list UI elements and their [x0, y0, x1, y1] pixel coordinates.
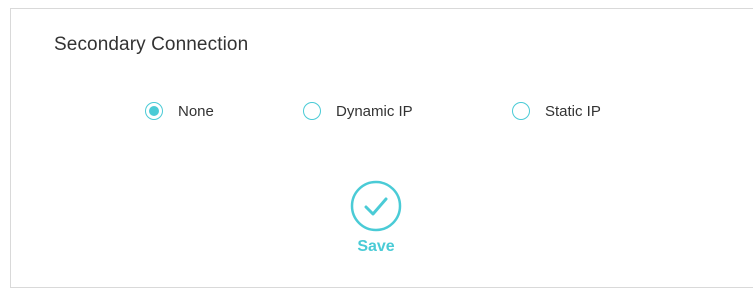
- radio-button-static-ip[interactable]: [512, 102, 530, 120]
- radio-button-dynamic-ip[interactable]: [303, 102, 321, 120]
- checkmark-circle-icon[interactable]: [350, 180, 402, 232]
- radio-option-none[interactable]: None: [145, 100, 214, 122]
- radio-option-dynamic-ip[interactable]: Dynamic IP: [303, 100, 413, 122]
- radio-label-static-ip: Static IP: [545, 102, 601, 120]
- radio-selected-dot: [149, 106, 159, 116]
- save-label: Save: [357, 238, 395, 255]
- radio-label-dynamic-ip: Dynamic IP: [336, 102, 413, 120]
- radio-button-none[interactable]: [145, 102, 163, 120]
- radio-option-static-ip[interactable]: Static IP: [512, 100, 601, 122]
- secondary-connection-panel: Secondary Connection None Dynamic IP Sta…: [10, 8, 753, 288]
- save-button[interactable]: Save: [348, 180, 404, 256]
- section-title: Secondary Connection: [54, 34, 249, 55]
- radio-label-none: None: [178, 102, 214, 120]
